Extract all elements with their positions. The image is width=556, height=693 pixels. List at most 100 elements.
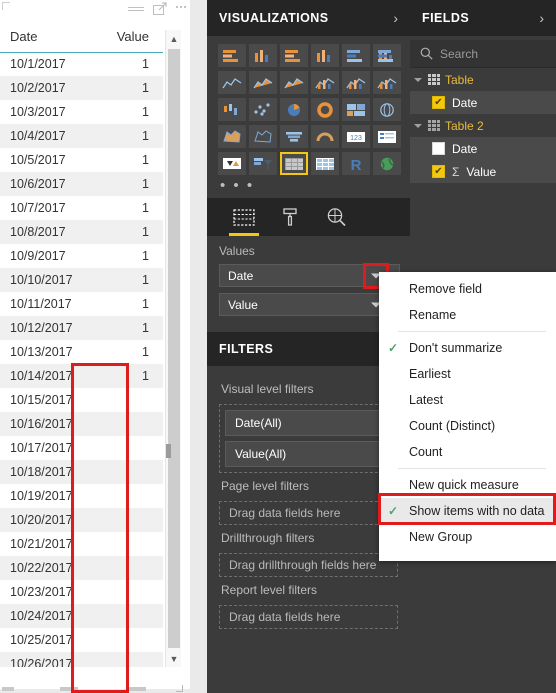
table-row[interactable]: 10/21/2017 <box>0 532 163 556</box>
area-chart-icon[interactable] <box>249 71 277 94</box>
filter-menu-icon[interactable] <box>128 3 144 15</box>
filter-card-date[interactable]: Date(All) <box>225 410 392 436</box>
stacked-bar-chart-icon[interactable] <box>218 44 246 67</box>
collapse-fields-icon[interactable]: › <box>539 10 544 26</box>
fields-table-table-2[interactable]: Table 2 <box>410 114 556 137</box>
table-row[interactable]: 10/26/2017 <box>0 652 163 667</box>
field-checkbox[interactable] <box>432 165 445 178</box>
matrix-icon[interactable] <box>311 152 339 175</box>
table-row[interactable]: 10/6/2017 1 <box>0 172 163 196</box>
drillthrough-filters-dropzone[interactable]: Drag drillthrough fields here <box>219 553 398 577</box>
fields-field-date-1[interactable]: Date <box>410 91 556 114</box>
r-script-visual-icon[interactable]: R <box>342 152 370 175</box>
page-level-filters-dropzone[interactable]: Drag data fields here <box>219 501 398 525</box>
table-row[interactable]: 10/5/2017 1 <box>0 148 163 172</box>
scroll-down-icon[interactable]: ▼ <box>166 650 182 667</box>
menu-item-new-group[interactable]: New Group <box>379 524 556 550</box>
hundred-percent-stacked-column-icon[interactable] <box>373 44 401 67</box>
line-clustered-column-icon[interactable] <box>342 71 370 94</box>
menu-item-don-t-summarize[interactable]: ✓ Don't summarize <box>379 335 556 361</box>
table-row[interactable]: 10/9/2017 1 <box>0 244 163 268</box>
multi-row-card-icon[interactable] <box>373 125 401 148</box>
table-row[interactable]: 10/7/2017 1 <box>0 196 163 220</box>
hundred-percent-stacked-bar-icon[interactable] <box>342 44 370 67</box>
table-row[interactable]: 10/11/2017 1 <box>0 292 163 316</box>
scatter-chart-icon[interactable] <box>249 98 277 121</box>
table-row[interactable]: 10/19/2017 <box>0 484 163 508</box>
analytics-tab[interactable] <box>313 198 359 236</box>
table-row[interactable]: 10/10/2017 1 <box>0 268 163 292</box>
map-icon[interactable] <box>373 98 401 121</box>
menu-item-earliest[interactable]: Earliest <box>379 361 556 387</box>
fields-tab[interactable] <box>221 198 267 236</box>
slicer-icon[interactable] <box>249 152 277 175</box>
more-visuals-icon[interactable]: • • • <box>207 175 410 198</box>
table-visual[interactable]: Date Value 10/1/2017 1 10/2/2017 1 10/3/2017… <box>0 0 190 693</box>
table-row[interactable]: 10/17/2017 <box>0 436 163 460</box>
table-row[interactable]: 10/18/2017 <box>0 460 163 484</box>
table-row[interactable]: 10/2/2017 1 <box>0 76 163 100</box>
table-row[interactable]: 10/1/2017 1 <box>0 52 163 76</box>
focus-mode-icon[interactable] <box>153 2 167 15</box>
fields-field-date-3[interactable]: Date <box>410 137 556 160</box>
field-checkbox[interactable] <box>432 96 445 109</box>
format-tab[interactable] <box>267 198 313 236</box>
resize-handle-bottom[interactable] <box>60 687 78 691</box>
stacked-column-chart-icon[interactable] <box>249 44 277 67</box>
menu-item-show-items-with-no-data[interactable]: ✓ Show items with no data <box>379 498 556 524</box>
column-header-date[interactable]: Date <box>0 22 82 53</box>
fields-table-table[interactable]: Table <box>410 68 556 91</box>
gauge-icon[interactable] <box>311 125 339 148</box>
arcgis-map-icon[interactable] <box>373 152 401 175</box>
ribbon-chart-icon[interactable] <box>373 71 401 94</box>
shape-map-icon[interactable] <box>249 125 277 148</box>
table-row[interactable]: 10/25/2017 <box>0 628 163 652</box>
treemap-icon[interactable] <box>342 98 370 121</box>
values-field-value[interactable]: Value <box>219 293 400 316</box>
report-level-filters-dropzone[interactable]: Drag data fields here <box>219 605 398 629</box>
table-row[interactable]: 10/22/2017 <box>0 556 163 580</box>
expand-collapse-icon[interactable] <box>414 123 422 128</box>
menu-item-count[interactable]: Count <box>379 439 556 465</box>
kpi-icon[interactable] <box>218 152 246 175</box>
table-row[interactable]: 10/8/2017 1 <box>0 220 163 244</box>
menu-item-latest[interactable]: Latest <box>379 387 556 413</box>
clustered-bar-chart-icon[interactable] <box>280 44 308 67</box>
table-row[interactable]: 10/4/2017 1 <box>0 124 163 148</box>
table-row[interactable]: 10/14/2017 1 <box>0 364 163 388</box>
table-row[interactable]: 10/3/2017 1 <box>0 100 163 124</box>
table-row[interactable]: 10/24/2017 <box>0 604 163 628</box>
line-chart-icon[interactable] <box>218 71 246 94</box>
table-row[interactable]: 10/20/2017 <box>0 508 163 532</box>
clustered-column-chart-icon[interactable] <box>311 44 339 67</box>
funnel-icon[interactable] <box>280 125 308 148</box>
resize-handle-corner[interactable] <box>176 685 183 692</box>
menu-item-remove-field[interactable]: Remove field <box>379 276 556 302</box>
scroll-up-icon[interactable]: ▲ <box>166 30 182 47</box>
line-stacked-column-icon[interactable] <box>311 71 339 94</box>
pie-chart-icon[interactable] <box>280 98 308 121</box>
card-icon[interactable]: 123 <box>342 125 370 148</box>
column-header-value[interactable]: Value <box>81 22 163 53</box>
filter-card-value[interactable]: Value(All) <box>225 441 392 467</box>
table-row[interactable]: 10/23/2017 <box>0 580 163 604</box>
table-row[interactable]: 10/16/2017 <box>0 412 163 436</box>
fields-search-box[interactable]: Search <box>410 40 556 68</box>
more-options-icon[interactable] <box>176 6 186 11</box>
table-row[interactable]: 10/15/2017 <box>0 388 163 412</box>
scrollbar-thumb[interactable] <box>166 49 180 648</box>
table-row[interactable]: 10/13/2017 1 <box>0 340 163 364</box>
donut-chart-icon[interactable] <box>311 98 339 121</box>
resize-handle-bottom-right[interactable] <box>128 687 146 691</box>
filled-map-icon[interactable] <box>218 125 246 148</box>
resize-handle-bottom-left[interactable] <box>2 687 14 691</box>
fields-field-value-4[interactable]: Σ Value <box>410 160 556 183</box>
values-field-date[interactable]: Date ✕ <box>219 263 400 289</box>
field-checkbox[interactable] <box>432 142 445 155</box>
collapse-visualizations-icon[interactable]: › <box>393 10 398 26</box>
menu-item-rename[interactable]: Rename <box>379 302 556 328</box>
table-row[interactable]: 10/12/2017 1 <box>0 316 163 340</box>
expand-collapse-icon[interactable] <box>414 77 422 82</box>
waterfall-chart-icon[interactable] <box>218 98 246 121</box>
table-visual-icon[interactable] <box>280 152 308 175</box>
